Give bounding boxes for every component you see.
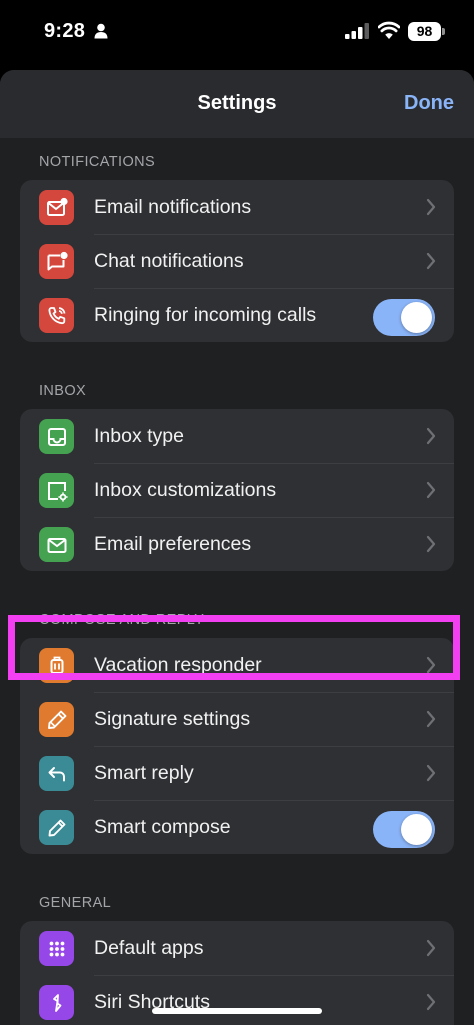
section-header-compose-and-reply: COMPOSE AND REPLY [39,612,205,628]
row-label: Signature settings [94,707,251,730]
smart-reply-row[interactable]: Smart reply [20,746,454,800]
page-title: Settings [197,92,277,114]
wifi-icon [378,21,400,39]
compose-and-reply-group: Vacation responder Signature settings Sm… [20,638,454,854]
home-indicator[interactable] [152,1008,322,1014]
chat-badge-icon [39,244,74,279]
mail-badge-icon [39,190,74,225]
row-label: Inbox type [94,424,184,447]
chevron-right-icon [426,764,436,782]
row-label: Email notifications [94,195,252,218]
inbox-type-row[interactable]: Inbox type [20,409,454,463]
luggage-icon [39,648,74,683]
section-header-general: GENERAL [39,895,112,911]
cellular-signal-icon [345,23,369,39]
settings-sheet: Settings Done NOTIFICATIONS Email notifi… [0,70,474,1025]
apps-grid-icon [39,931,74,966]
email-preferences-row[interactable]: Email preferences [20,517,454,571]
chevron-right-icon [426,481,436,499]
row-label: Ringing for incoming calls [94,303,317,326]
row-label: Inbox customizations [94,478,277,501]
section-header-notifications: NOTIFICATIONS [39,154,156,170]
vacation-responder-row[interactable]: Vacation responder [20,638,454,692]
signature-settings-row[interactable]: Signature settings [20,692,454,746]
toggle-knob [401,814,432,845]
chevron-right-icon [426,252,436,270]
status-bar: 9:28 98 [0,0,474,64]
row-label: Default apps [94,936,204,959]
chevron-right-icon [426,993,436,1011]
battery-indicator: 98 [408,22,441,41]
inbox-settings-icon [39,473,74,508]
row-label: Email preferences [94,532,252,555]
chevron-right-icon [426,656,436,674]
default-apps-row[interactable]: Default apps [20,921,454,975]
email-notifications-row[interactable]: Email notifications [20,180,454,234]
siri-shortcuts-row[interactable]: Siri Shortcuts [20,975,454,1025]
pencil-icon [39,810,74,845]
inbox-group: Inbox type Inbox customizations Email pr… [20,409,454,571]
phone-ringing-icon [39,298,74,333]
chevron-right-icon [426,535,436,553]
status-time: 9:28 [44,20,86,42]
ringing-toggle[interactable] [373,299,435,336]
notifications-group: Email notifications Chat notifications R… [20,180,454,342]
section-header-inbox: INBOX [39,383,87,399]
inbox-customizations-row[interactable]: Inbox customizations [20,463,454,517]
chat-notifications-row[interactable]: Chat notifications [20,234,454,288]
envelope-icon [39,527,74,562]
reply-icon [39,756,74,791]
shortcuts-icon [39,985,74,1020]
chevron-right-icon [426,427,436,445]
chevron-right-icon [426,198,436,216]
nav-bar: Settings Done [0,70,474,138]
ringing-incoming-calls-row: Ringing for incoming calls [20,288,454,342]
chevron-right-icon [426,939,436,957]
inbox-icon [39,419,74,454]
toggle-knob [401,302,432,333]
person-icon [94,23,108,39]
smart-compose-toggle[interactable] [373,811,435,848]
chevron-right-icon [426,710,436,728]
row-label: Vacation responder [94,653,262,676]
row-label: Smart reply [94,761,194,784]
row-label: Smart compose [94,815,231,838]
done-button[interactable]: Done [404,92,454,115]
battery-nub [442,28,445,35]
row-label: Chat notifications [94,249,244,272]
pen-icon [39,702,74,737]
smart-compose-row: Smart compose [20,800,454,854]
